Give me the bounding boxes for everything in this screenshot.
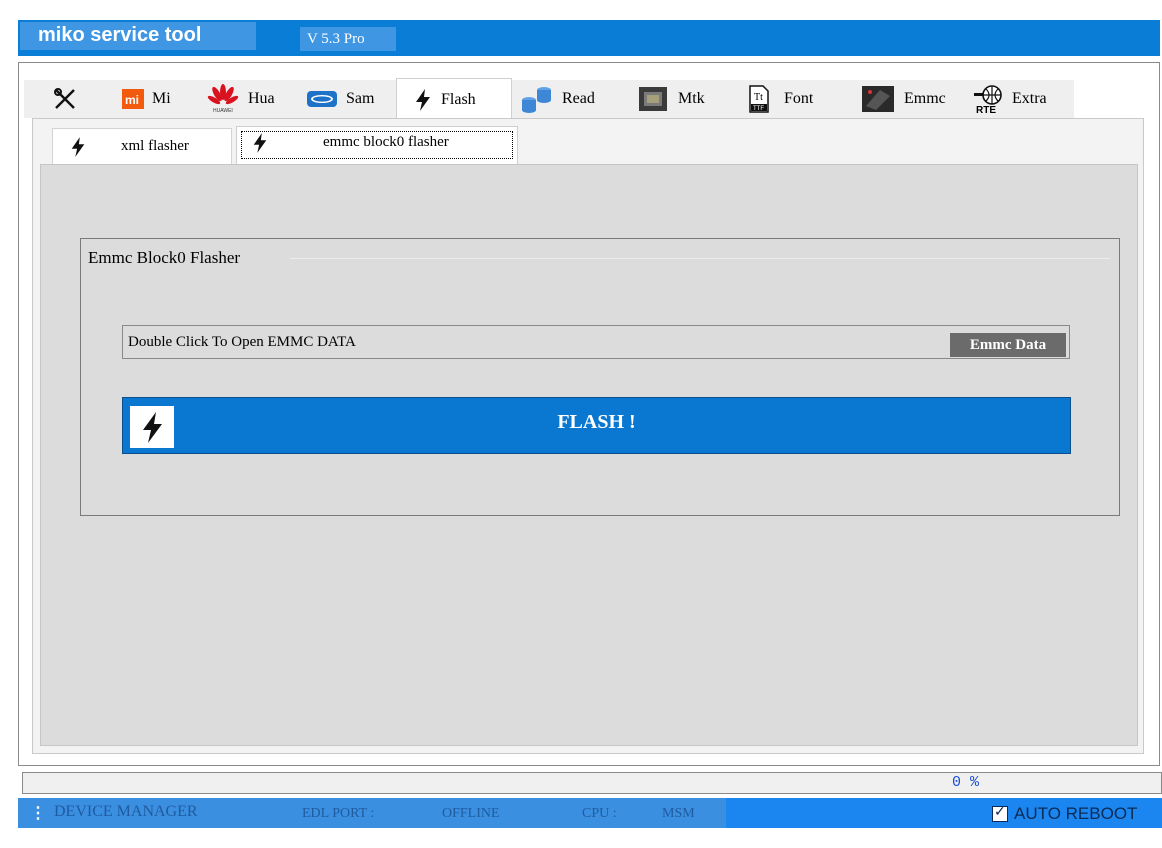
tab-read[interactable]: Read: [514, 80, 618, 118]
tab-flash[interactable]: Flash: [396, 78, 512, 120]
tab-hua[interactable]: HUAWEI Hua: [198, 80, 294, 118]
auto-reboot-checkbox[interactable]: AUTO REBOOT: [992, 803, 1138, 824]
progress-bar: [22, 772, 1162, 794]
svg-text:RTE: RTE: [976, 105, 996, 115]
font-file-icon: Tt TTF: [748, 85, 770, 113]
emmc-chip-icon: [860, 84, 896, 114]
app-title: miko service tool: [20, 22, 256, 50]
cpu-value: MSM: [662, 806, 695, 821]
emmc-data-button[interactable]: Emmc Data: [950, 333, 1066, 357]
subtab-xml-flasher-label: xml flasher: [121, 138, 189, 154]
tab-tools[interactable]: [36, 80, 94, 118]
svg-text:Tt: Tt: [754, 92, 763, 103]
database-icon: [520, 84, 554, 114]
edl-port-label: EDL PORT :: [302, 806, 375, 821]
tab-font[interactable]: Tt TTF Font: [738, 80, 842, 118]
tab-extra-label: Extra: [1012, 90, 1047, 107]
tab-emmc[interactable]: Emmc: [852, 80, 962, 118]
lightning-icon: [413, 88, 433, 112]
tab-font-label: Font: [784, 90, 814, 107]
groupbox-separator: [290, 258, 1110, 259]
emmc-data-field-text: Double Click To Open EMMC DATA: [128, 334, 356, 350]
svg-text:mi: mi: [125, 93, 139, 107]
progress-percent: 0 %: [952, 774, 980, 791]
edl-port-value: OFFLINE: [442, 806, 500, 821]
subtab-xml-flasher[interactable]: xml flasher: [52, 128, 232, 164]
subtab-emmc-block0-flasher-label: emmc block0 flasher: [323, 134, 449, 150]
tools-icon: [52, 86, 78, 112]
huawei-icon: HUAWEI: [206, 84, 240, 114]
tab-sam-label: Sam: [346, 90, 375, 107]
auto-reboot-label: AUTO REBOOT: [1014, 804, 1138, 823]
tab-emmc-label: Emmc: [904, 90, 946, 107]
lightning-icon: [69, 136, 87, 158]
menu-dots-icon[interactable]: ⋮: [30, 803, 46, 823]
tab-flash-label: Flash: [441, 90, 476, 108]
subtab-emmc-block0-flasher[interactable]: emmc block0 flasher: [236, 126, 518, 164]
device-manager-label[interactable]: DEVICE MANAGER: [54, 803, 198, 821]
tab-read-label: Read: [562, 90, 595, 107]
svg-text:HUAWEI: HUAWEI: [213, 108, 233, 114]
tab-mi-label: Mi: [152, 90, 171, 107]
tab-sam[interactable]: Sam: [300, 80, 392, 118]
tab-extra[interactable]: RTE Extra: [966, 80, 1072, 118]
checkbox-checked-icon: [992, 803, 1008, 822]
cpu-label: CPU :: [582, 806, 617, 821]
tab-mi[interactable]: mi Mi: [112, 80, 194, 118]
tab-mtk[interactable]: Mtk: [628, 80, 728, 118]
chip-icon: [636, 85, 670, 113]
groupbox-title: Emmc Block0 Flasher: [88, 248, 241, 267]
tab-mtk-label: Mtk: [678, 90, 705, 107]
flash-button-label: FLASH !: [557, 411, 636, 433]
samsung-icon: [306, 88, 338, 110]
svg-text:TTF: TTF: [753, 106, 764, 112]
xiaomi-icon: mi: [122, 89, 144, 109]
lightning-icon: [251, 132, 269, 159]
tab-hua-label: Hua: [248, 90, 275, 107]
globe-icon: RTE: [972, 83, 1008, 115]
version-label: V 5.3 Pro: [300, 27, 396, 51]
emmc-block0-groupbox: [80, 238, 1120, 516]
